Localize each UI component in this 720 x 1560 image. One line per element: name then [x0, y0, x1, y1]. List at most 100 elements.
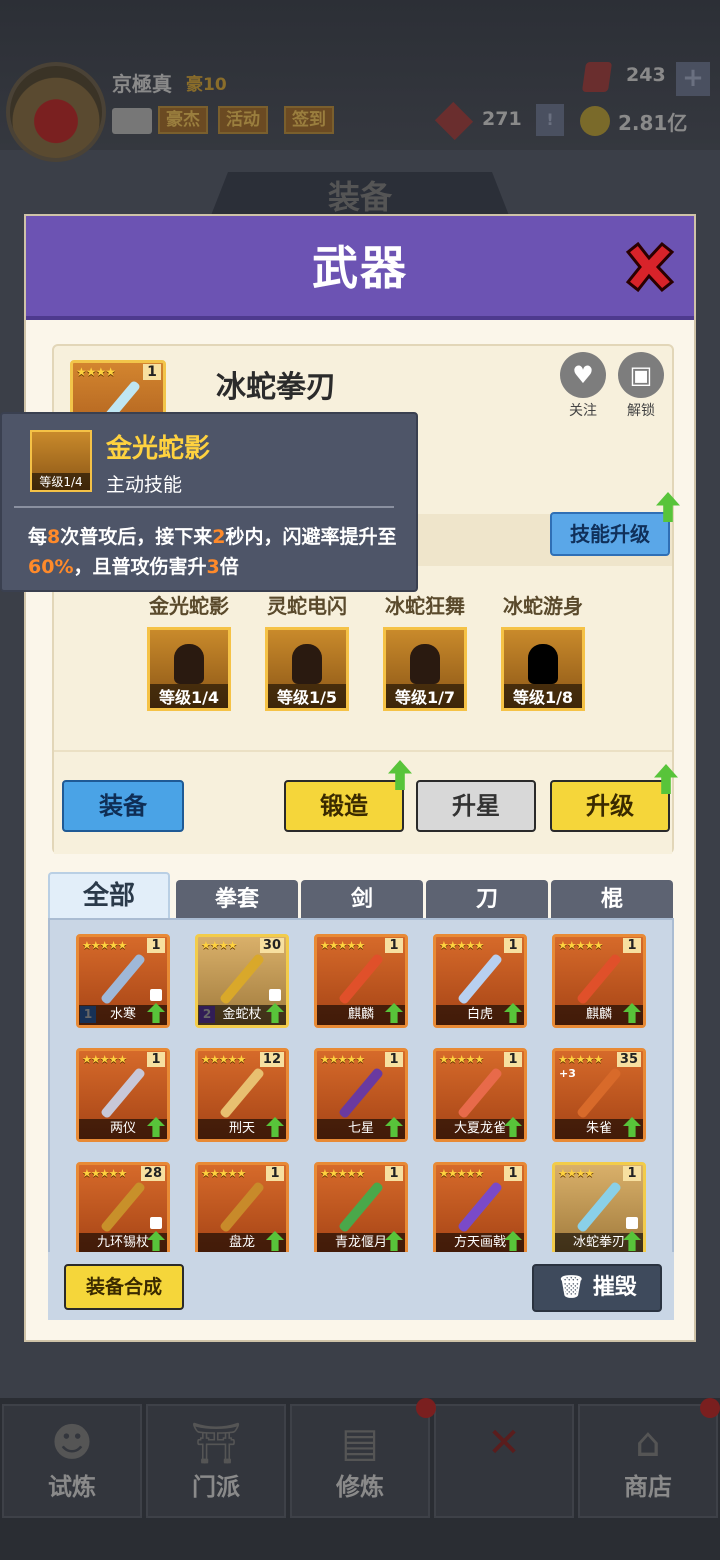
star-rating: ★★★★★ — [320, 1053, 365, 1066]
skill-slot[interactable]: 灵蛇电闪 等级1/5 — [252, 590, 362, 711]
weapon-modal: 武器 ★★★★ 1 冰蛇拳刃 ♥ 关注 ▣ 解锁 技能升级 金光蛇影 等级1/4 — [24, 214, 696, 1342]
weapon-icon — [218, 1181, 266, 1234]
unlock-label: 解锁 — [627, 403, 655, 419]
follow-button[interactable]: ♥ 关注 — [558, 352, 608, 420]
player-name: 京極真 — [112, 72, 172, 96]
divider — [14, 506, 394, 508]
weapon-icon — [575, 953, 623, 1006]
tooltip-skill-icon: 等级1/4 — [30, 430, 92, 492]
follow-label: 关注 — [569, 403, 597, 419]
skill-slot[interactable]: 冰蛇狂舞 等级1/7 — [370, 590, 480, 711]
nav-label: 门派 — [192, 1473, 240, 1501]
modal-header: 武器 — [26, 216, 694, 320]
weapon-slot[interactable]: ★★★★ 1 冰蛇拳刃 — [552, 1162, 646, 1256]
tab-all[interactable]: 全部 — [48, 872, 170, 920]
weapon-slot[interactable]: ★★★★★11水寒 — [76, 934, 170, 1028]
weapon-slot[interactable]: ★★★★★ 1 大夏龙雀 — [433, 1048, 527, 1142]
skill-upgrade-button[interactable]: 技能升级 — [550, 512, 670, 556]
skill-icon: 等级1/5 — [265, 627, 349, 711]
star-rating: ★★★★ — [201, 939, 237, 952]
coin-count: 2.81亿 — [618, 111, 688, 135]
tooltip-description: 每8次普攻后，接下来2秒内，闪避率提升至 60%，且普攻伤害升3倍 — [28, 522, 400, 582]
weapon-icon — [575, 1181, 623, 1234]
destroy-label: 摧毁 — [592, 1275, 637, 1300]
weapon-slot[interactable]: ★★★★★ 35 +3 朱雀 — [552, 1048, 646, 1142]
modal-title: 武器 — [312, 241, 408, 295]
tab-staffs[interactable]: 棍 — [551, 880, 673, 920]
shop-icon: ⌂ — [635, 1420, 661, 1466]
tab-heroes[interactable]: 豪杰 — [158, 106, 208, 134]
weapon-slot[interactable]: ★★★★★ 1 麒麟 — [314, 934, 408, 1028]
weapon-slot[interactable]: ★★★★★ 1 青龙偃月 — [314, 1162, 408, 1256]
add-gems-button[interactable]: + — [676, 62, 710, 96]
tab-gauntlets[interactable]: 拳套 — [176, 880, 298, 920]
equip-button[interactable]: 装备 — [62, 780, 184, 832]
weapon-slot[interactable]: ★★★★★ 1 七星 — [314, 1048, 408, 1142]
nav-shop[interactable]: ⌂ 商店 — [578, 1404, 718, 1518]
fighter-silhouette-icon — [528, 644, 558, 684]
tooltip-title: 金光蛇影 — [106, 434, 211, 464]
skill-name: 冰蛇狂舞 — [385, 594, 465, 618]
weapon-slot[interactable]: ★★★★302金蛇杖 — [195, 934, 289, 1028]
desc-text: ，且普攻伤害升 — [73, 556, 207, 578]
qty-badge: 35 — [616, 1052, 641, 1067]
lock-icon: ▣ — [618, 352, 664, 398]
star-rating: ★★★★★ — [558, 939, 603, 952]
weapon-icon — [218, 953, 266, 1006]
star-rating: ★★★★★ — [558, 1053, 603, 1066]
star-rating: ★★★★ — [558, 1167, 594, 1180]
weapon-slot[interactable]: ★★★★★ 1 白虎 — [433, 934, 527, 1028]
tab-blades[interactable]: 刀 — [426, 880, 548, 920]
tooltip-type: 主动技能 — [106, 474, 183, 496]
gem-count: 243 — [626, 64, 666, 86]
skill-level: 等级1/8 — [504, 684, 582, 708]
qty-badge: 1 — [504, 1166, 522, 1181]
unlock-button[interactable]: ▣ 解锁 — [616, 352, 666, 420]
alert-icon[interactable]: ! — [536, 104, 564, 136]
skill-slot[interactable]: 冰蛇游身 等级1/8 — [488, 590, 598, 711]
close-icon[interactable] — [622, 240, 676, 294]
destroy-button[interactable]: 🗑 摧毁 — [532, 1264, 662, 1312]
enhance-badge: +3 — [559, 1067, 576, 1080]
weapon-slot[interactable]: ★★★★★ 28 九环锡杖 — [76, 1162, 170, 1256]
weapon-slot[interactable]: ★★★★★ 1 麒麟 — [552, 934, 646, 1028]
weapon-slot[interactable]: ★★★★★ 12 刑天 — [195, 1048, 289, 1142]
skill-slot[interactable]: 金光蛇影 等级1/4 — [134, 590, 244, 711]
skill-level: 等级1/7 — [386, 684, 464, 708]
nav-trial[interactable]: ☻ 试炼 — [2, 1404, 142, 1518]
star-rating: ★★★★★ — [439, 939, 484, 952]
forge-button[interactable]: 锻造 — [284, 780, 404, 832]
skill-name: 灵蛇电闪 — [267, 594, 347, 618]
qty-badge: 1 — [504, 1052, 522, 1067]
desc-value: 2 — [212, 526, 226, 548]
qty-badge: 12 — [259, 1052, 284, 1067]
synthesize-button[interactable]: 装备合成 — [64, 1264, 184, 1310]
nav-equipment[interactable]: ✕ — [434, 1404, 574, 1518]
weapon-slot[interactable]: ★★★★★ 1 盘龙 — [195, 1162, 289, 1256]
grid-footer: 装备合成 🗑 摧毁 — [48, 1252, 674, 1320]
weapon-slot[interactable]: ★★★★★ 1 两仪 — [76, 1048, 170, 1142]
mail-icon[interactable] — [112, 108, 152, 134]
tab-swords[interactable]: 剑 — [301, 880, 423, 920]
ticket-count: 271 — [482, 108, 522, 130]
star-up-button[interactable]: 升星 — [416, 780, 536, 832]
coin-icon — [580, 106, 610, 136]
tab-events[interactable]: 活动 — [218, 106, 268, 134]
tab-checkin[interactable]: 签到 — [284, 106, 334, 134]
weapon-icon — [456, 1181, 504, 1234]
lock-icon — [626, 1217, 638, 1229]
nav-sect[interactable]: ⛩ 门派 — [146, 1404, 286, 1518]
weapon-slot[interactable]: ★★★★★ 1 方天画戟 — [433, 1162, 527, 1256]
notification-dot — [700, 1398, 720, 1418]
player-avatar[interactable] — [6, 62, 106, 162]
player-rank: 豪10 — [186, 75, 227, 95]
weapon-icon — [456, 1067, 504, 1120]
nav-cultivate[interactable]: ▤ 修炼 — [290, 1404, 430, 1518]
qty-badge: 1 — [623, 1166, 641, 1181]
skill-tooltip: 等级1/4 金光蛇影 主动技能 每8次普攻后，接下来2秒内，闪避率提升至 60%，… — [0, 412, 418, 592]
upgrade-button[interactable]: 升级 — [550, 780, 670, 832]
desc-text: 次普攻后，接下来 — [60, 526, 213, 548]
star-rating: ★★★★★ — [82, 1053, 127, 1066]
lock-icon — [150, 1217, 162, 1229]
qty-badge: 1 — [266, 1166, 284, 1181]
